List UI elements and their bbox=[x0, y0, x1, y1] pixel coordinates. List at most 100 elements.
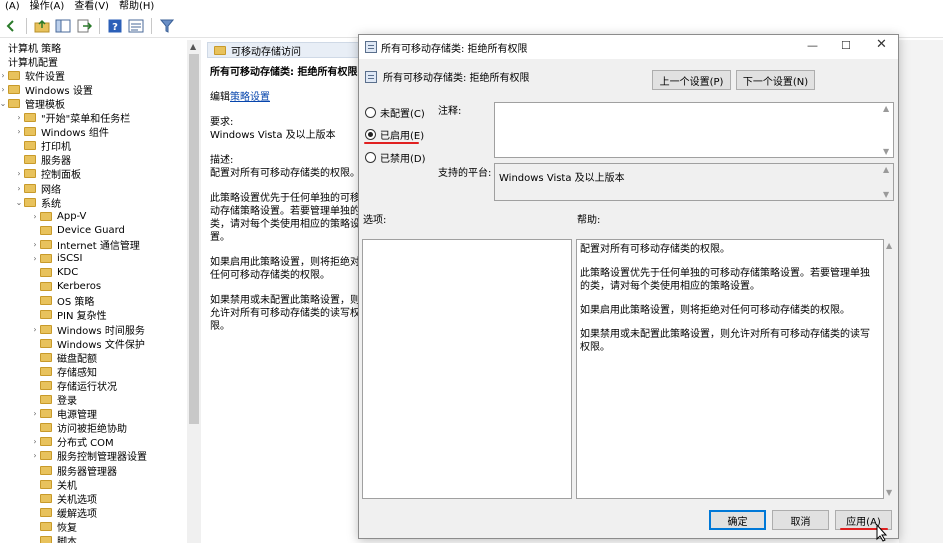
tree-item[interactable]: 打印机 bbox=[14, 139, 71, 153]
menu-file[interactable]: (A) bbox=[0, 0, 25, 14]
tree-item[interactable]: 存储运行状况 bbox=[30, 378, 117, 393]
scroll-up-icon[interactable]: ▲ bbox=[886, 241, 892, 250]
tree-item[interactable]: › Windows 组件 bbox=[14, 125, 109, 139]
tree-item[interactable]: 计算机 策略 bbox=[0, 40, 61, 55]
folder-icon bbox=[40, 395, 52, 404]
tree-item[interactable]: 存储感知 bbox=[30, 364, 97, 379]
ok-button[interactable]: 确定 bbox=[709, 510, 766, 530]
expand-chevron-icon[interactable]: › bbox=[30, 254, 40, 263]
tree-item[interactable]: Kerberos bbox=[30, 280, 101, 294]
tree-item[interactable]: Device Guard bbox=[30, 223, 125, 237]
tree-item[interactable]: 关机 bbox=[30, 477, 77, 492]
tree-item-label: 计算机配置 bbox=[8, 57, 58, 69]
radio-not-configured-circle[interactable] bbox=[365, 107, 376, 118]
policy-tree[interactable]: 计算机 策略 计算机配置 › 软件设置 › Windows 设置 ⌄ 管理模板 › "开始"菜单和… bbox=[0, 40, 201, 543]
tree-item[interactable]: › 网络 bbox=[14, 181, 61, 196]
properties-icon[interactable] bbox=[127, 17, 145, 35]
menu-help[interactable]: 帮助(H) bbox=[114, 0, 159, 14]
back-icon[interactable] bbox=[2, 17, 20, 35]
tree-item[interactable]: 脚本 bbox=[30, 534, 77, 543]
expand-chevron-icon[interactable]: › bbox=[14, 184, 24, 193]
expand-chevron-icon[interactable]: › bbox=[14, 113, 24, 122]
tree-item[interactable]: 恢复 bbox=[30, 519, 77, 534]
comment-textarea[interactable]: ▲ ▼ bbox=[494, 102, 894, 158]
maximize-icon[interactable]: ☐ bbox=[841, 39, 851, 52]
expand-chevron-icon[interactable]: ⌄ bbox=[0, 99, 8, 108]
expand-chevron-icon[interactable]: › bbox=[14, 127, 24, 136]
tree-item[interactable]: 磁盘配额 bbox=[30, 350, 97, 365]
tree-item[interactable]: › App-V bbox=[30, 209, 86, 223]
scroll-down-icon[interactable]: ▼ bbox=[883, 190, 889, 199]
expand-chevron-icon[interactable]: › bbox=[0, 85, 8, 94]
tree-item[interactable]: OS 策略 bbox=[30, 294, 94, 308]
next-setting-button[interactable]: 下一个设置(N) bbox=[736, 70, 815, 90]
menu-view[interactable]: 查看(V) bbox=[69, 0, 114, 14]
scroll-up-icon[interactable]: ▲ bbox=[883, 104, 889, 113]
tree-scroll-thumb[interactable] bbox=[189, 54, 199, 424]
help-icon[interactable]: ? bbox=[106, 17, 124, 35]
tree-item[interactable]: 服务器管理器 bbox=[30, 463, 117, 478]
expand-chevron-icon[interactable]: › bbox=[30, 409, 40, 418]
expand-chevron-icon[interactable]: › bbox=[30, 451, 40, 460]
tree-item[interactable]: PIN 复杂性 bbox=[30, 308, 107, 322]
radio-enabled-circle[interactable] bbox=[365, 129, 376, 140]
expand-chevron-icon[interactable]: › bbox=[30, 212, 40, 221]
tree-item[interactable]: › Internet 通信管理 bbox=[30, 237, 140, 252]
tree-item[interactable]: › 电源管理 bbox=[30, 407, 97, 421]
tree-item[interactable]: Windows 文件保护 bbox=[30, 336, 145, 351]
tree-item[interactable]: 计算机配置 bbox=[0, 54, 58, 69]
radio-disabled-circle[interactable] bbox=[365, 152, 376, 163]
scroll-down-icon[interactable]: ▼ bbox=[883, 147, 889, 156]
tree-item[interactable]: KDC bbox=[30, 266, 78, 280]
tree-item[interactable]: › "开始"菜单和任务栏 bbox=[14, 111, 130, 125]
radio-disabled[interactable]: 已禁用(D) bbox=[365, 150, 426, 165]
policy-title: 所有可移动存储类: 拒绝所有权限 bbox=[210, 67, 358, 78]
minimize-icon[interactable]: — bbox=[807, 39, 818, 52]
tree-item[interactable]: ⌄ 管理模板 bbox=[0, 96, 65, 111]
tree-item[interactable]: 关机选项 bbox=[30, 491, 97, 506]
tree-item[interactable]: 登录 bbox=[30, 393, 77, 407]
tree-item[interactable]: › 控制面板 bbox=[14, 167, 81, 181]
show-hide-tree-icon[interactable] bbox=[54, 17, 72, 35]
expand-chevron-icon[interactable]: ⌄ bbox=[14, 198, 24, 207]
radio-enabled[interactable]: 已启用(E) bbox=[365, 127, 424, 142]
folder-icon bbox=[40, 465, 52, 475]
tree-scrollbar[interactable]: ▲ bbox=[187, 40, 201, 543]
folder-icon bbox=[40, 380, 52, 390]
tree-item[interactable]: › Windows 设置 bbox=[0, 82, 93, 97]
scroll-up-icon[interactable]: ▲ bbox=[190, 42, 196, 51]
expand-chevron-icon[interactable]: › bbox=[30, 240, 40, 249]
scroll-up-icon[interactable]: ▲ bbox=[883, 165, 889, 174]
help-scrollbar[interactable]: ▲ ▼ bbox=[885, 239, 895, 499]
up-folder-icon[interactable] bbox=[33, 17, 51, 35]
comment-scrollbar[interactable]: ▲ ▼ bbox=[881, 103, 893, 157]
close-icon[interactable]: ✕ bbox=[876, 37, 887, 52]
tree-item[interactable]: ⌄ 系统 bbox=[14, 195, 61, 210]
folder-icon bbox=[40, 409, 52, 419]
expand-chevron-icon[interactable]: › bbox=[0, 71, 8, 80]
filter-icon[interactable] bbox=[158, 17, 176, 35]
scroll-down-icon[interactable]: ▼ bbox=[886, 488, 892, 497]
tree-item[interactable]: › iSCSI bbox=[30, 252, 82, 266]
folder-icon bbox=[40, 296, 52, 306]
tree-item[interactable]: 服务器 bbox=[14, 153, 71, 167]
tree-item[interactable]: › 分布式 COM bbox=[30, 435, 114, 449]
export-list-icon[interactable] bbox=[75, 17, 93, 35]
tree-item[interactable]: › Windows 时间服务 bbox=[30, 322, 145, 337]
cancel-button[interactable]: 取消 bbox=[772, 510, 829, 530]
radio-not-configured-label: 未配置(C) bbox=[380, 109, 425, 120]
tree-item[interactable]: › 软件设置 bbox=[0, 68, 65, 83]
tree-item[interactable]: 访问被拒绝协助 bbox=[30, 421, 127, 435]
menu-action[interactable]: 操作(A) bbox=[25, 0, 70, 14]
expand-chevron-icon[interactable]: › bbox=[14, 169, 24, 178]
edit-prefix: 编辑 bbox=[210, 92, 230, 103]
folder-icon bbox=[40, 366, 52, 376]
tree-item[interactable]: 缓解选项 bbox=[30, 505, 97, 520]
platform-scrollbar[interactable]: ▲ ▼ bbox=[881, 164, 893, 200]
prev-setting-button[interactable]: 上一个设置(P) bbox=[652, 70, 731, 90]
edit-policy-link[interactable]: 策略设置 bbox=[230, 92, 270, 103]
radio-not-configured[interactable]: 未配置(C) bbox=[365, 105, 425, 120]
tree-item[interactable]: › 服务控制管理器设置 bbox=[30, 449, 147, 463]
expand-chevron-icon[interactable]: › bbox=[30, 437, 40, 446]
expand-chevron-icon[interactable]: › bbox=[30, 325, 40, 334]
